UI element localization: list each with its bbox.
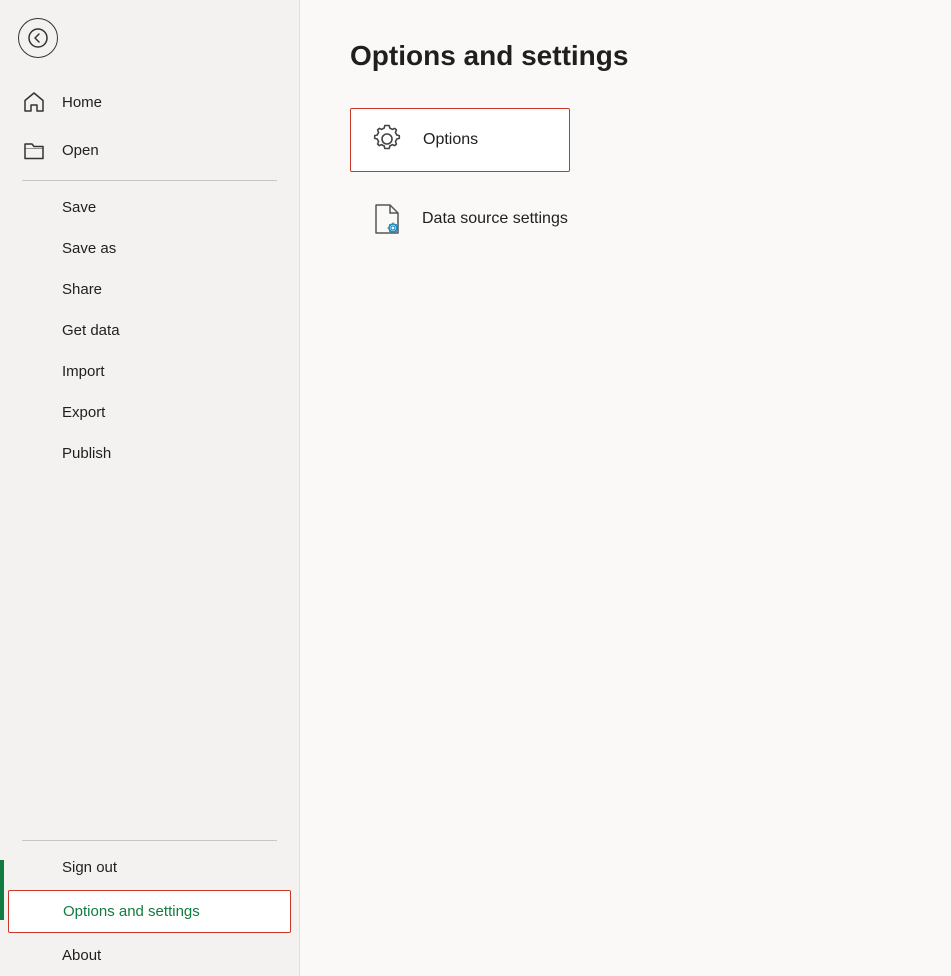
sidebar-item-publish-label: Publish [62, 445, 111, 462]
options-card-label: Options [423, 131, 478, 149]
sidebar-nav: Home Open Save Save as Share Get [0, 78, 299, 976]
sidebar-bottom: Sign out Options and settings About [0, 834, 299, 976]
sidebar-item-import-label: Import [62, 363, 105, 380]
nav-divider-1 [22, 180, 277, 181]
sidebar-item-open-label: Open [62, 142, 99, 159]
sidebar-item-sign-out[interactable]: Sign out [0, 847, 299, 888]
sidebar-item-save[interactable]: Save [0, 187, 299, 228]
sidebar-item-share[interactable]: Share [0, 269, 299, 310]
data-source-icon [370, 202, 404, 236]
open-icon [22, 138, 46, 162]
back-arrow-icon [28, 28, 48, 48]
sidebar-item-export-label: Export [62, 404, 105, 421]
gear-icon [371, 123, 405, 157]
sidebar-item-open[interactable]: Open [0, 126, 299, 174]
page-title: Options and settings [350, 40, 901, 72]
sidebar-item-save-as-label: Save as [62, 240, 116, 257]
sidebar-item-about[interactable]: About [0, 935, 299, 976]
sidebar-item-export[interactable]: Export [0, 392, 299, 433]
nav-divider-2 [22, 840, 277, 841]
main-content: Options and settings Options [300, 0, 951, 976]
sidebar-top [0, 0, 299, 78]
sidebar: Home Open Save Save as Share Get [0, 0, 300, 976]
sidebar-item-options-and-settings[interactable]: Options and settings [8, 890, 291, 933]
sidebar-item-get-data[interactable]: Get data [0, 310, 299, 351]
sidebar-item-about-label: About [62, 947, 101, 964]
sidebar-item-options-settings-label: Options and settings [63, 903, 200, 920]
sidebar-item-home[interactable]: Home [0, 78, 299, 126]
sidebar-item-get-data-label: Get data [62, 322, 120, 339]
sidebar-item-save-label: Save [62, 199, 96, 216]
sidebar-item-share-label: Share [62, 281, 102, 298]
sidebar-item-save-as[interactable]: Save as [0, 228, 299, 269]
back-button[interactable] [18, 18, 58, 58]
sidebar-item-publish[interactable]: Publish [0, 433, 299, 474]
sidebar-item-home-label: Home [62, 94, 102, 111]
active-indicator [0, 860, 4, 920]
data-source-settings-label: Data source settings [422, 210, 568, 228]
home-icon [22, 90, 46, 114]
sidebar-item-sign-out-label: Sign out [62, 859, 117, 876]
options-card[interactable]: Options [350, 108, 570, 172]
sidebar-item-import[interactable]: Import [0, 351, 299, 392]
data-source-settings-card[interactable]: Data source settings [350, 188, 670, 250]
